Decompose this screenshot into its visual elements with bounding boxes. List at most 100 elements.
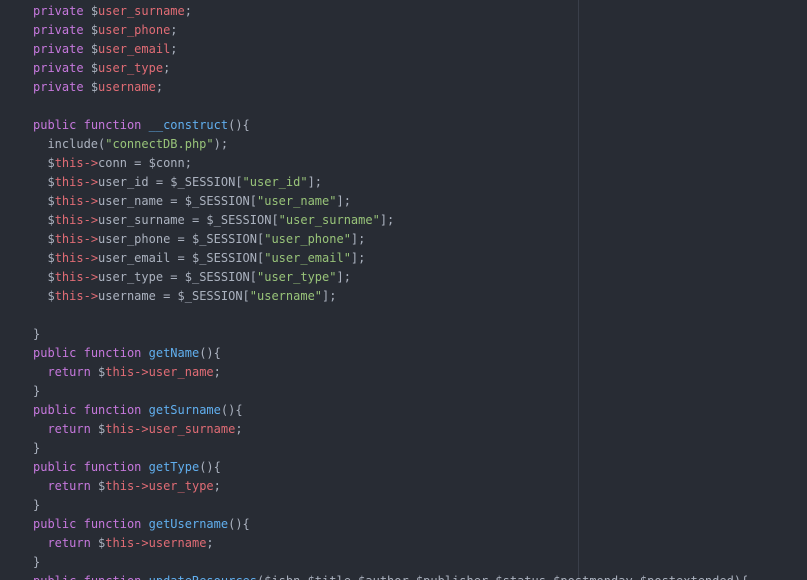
code-token: $ (33, 156, 55, 170)
code-line[interactable]: } (0, 325, 807, 344)
code-line[interactable] (0, 97, 807, 116)
code-token: this (54, 194, 84, 208)
code-token: ; (170, 42, 178, 56)
code-line[interactable]: $this->username = $_SESSION["username"]; (0, 287, 807, 306)
code-line[interactable]: $this->user_email = $_SESSION["user_emai… (0, 249, 807, 268)
code-token: "user_type" (257, 270, 337, 284)
code-token: $ (33, 289, 55, 303)
code-line[interactable]: $this->user_phone = $_SESSION["user_phon… (0, 230, 807, 249)
code-line[interactable]: public function getSurname(){ (0, 401, 807, 420)
code-editor[interactable]: private $user_surname; private $user_phon… (0, 0, 807, 580)
code-line[interactable]: } (0, 439, 807, 458)
code-token: $ (33, 194, 55, 208)
code-token: } (33, 555, 41, 569)
code-token: $ (33, 232, 55, 246)
code-line[interactable]: public function updateResources($isbn,$t… (0, 572, 807, 580)
code-token: user_name (148, 365, 214, 379)
code-token: "username" (249, 289, 323, 303)
code-token: ; (184, 4, 192, 18)
code-token: user_name = $_SESSION[ (98, 194, 257, 208)
code-line[interactable]: public function getUsername(){ (0, 515, 807, 534)
code-token: private (33, 80, 84, 94)
code-token: ; (155, 80, 164, 94)
code-token: ; (206, 536, 214, 550)
code-token: this (105, 422, 135, 436)
code-token: -> (83, 213, 99, 227)
code-token: ; (170, 23, 178, 37)
code-token: return (47, 479, 91, 493)
code-token: $ (90, 61, 99, 75)
code-line[interactable]: $this->user_id = $_SESSION["user_id"]; (0, 173, 807, 192)
code-token: this (105, 536, 135, 550)
code-token: user_type (98, 61, 164, 75)
code-token: getSurname (148, 403, 221, 417)
code-line[interactable]: } (0, 382, 807, 401)
code-line[interactable]: $this->user_name = $_SESSION["user_name"… (0, 192, 807, 211)
code-line[interactable]: } (0, 553, 807, 572)
code-token: include( (47, 137, 106, 151)
code-line[interactable]: } (0, 496, 807, 515)
code-line[interactable]: public function getType(){ (0, 458, 807, 477)
code-line[interactable]: public function getName(){ (0, 344, 807, 363)
code-line[interactable]: $this->conn = $conn; (0, 154, 807, 173)
code-token: ]; (336, 270, 351, 284)
code-token: user_email (98, 42, 171, 56)
code-token: $ (33, 213, 55, 227)
code-line[interactable]: return $this->username; (0, 534, 807, 553)
code-line[interactable]: return $this->user_type; (0, 477, 807, 496)
code-token: private (33, 4, 84, 18)
code-token: this (105, 479, 135, 493)
code-token: conn = $conn; (98, 156, 192, 170)
code-line[interactable]: private $user_email; (0, 40, 807, 59)
code-line[interactable]: private $user_phone; (0, 21, 807, 40)
code-line[interactable] (0, 306, 807, 325)
code-token: } (33, 441, 41, 455)
code-token: "user_email" (264, 251, 351, 265)
code-token: (){ (199, 346, 221, 360)
code-token: return (47, 365, 91, 379)
code-line[interactable]: $this->user_type = $_SESSION["user_type"… (0, 268, 807, 287)
code-line[interactable]: return $this->user_name; (0, 363, 807, 382)
code-line[interactable]: private $user_type; (0, 59, 807, 78)
code-line[interactable]: $this->user_surname = $_SESSION["user_su… (0, 211, 807, 230)
code-token: user_phone = $_SESSION[ (98, 232, 265, 246)
code-token: $ (33, 251, 55, 265)
code-token: this (54, 175, 84, 189)
code-token: function (83, 118, 142, 132)
code-token: updateResources (149, 574, 257, 580)
code-token: this (54, 156, 84, 170)
code-token: ; (213, 365, 221, 379)
code-line[interactable]: private $user_surname; (0, 2, 807, 21)
code-line[interactable]: return $this->user_surname; (0, 420, 807, 439)
code-token: public (33, 403, 77, 417)
code-token: -> (134, 365, 149, 379)
code-line[interactable]: public function __construct(){ (0, 116, 807, 135)
code-token: -> (83, 175, 99, 189)
code-token: "user_surname" (278, 213, 380, 227)
code-token: return (47, 536, 91, 550)
code-area[interactable]: private $user_surname; private $user_phon… (0, 2, 807, 580)
code-token: public (33, 460, 77, 474)
code-token: ]; (379, 213, 395, 227)
code-token: username = $_SESSION[ (98, 289, 250, 303)
code-token: user_surname (98, 4, 185, 18)
code-line[interactable]: include("connectDB.php"); (0, 135, 807, 154)
code-token: getType (148, 460, 200, 474)
code-token: private (33, 42, 84, 56)
code-token: "user_phone" (264, 232, 351, 246)
code-token: ]; (350, 232, 366, 246)
code-token: -> (83, 270, 99, 284)
code-token: function (83, 346, 142, 360)
code-line[interactable]: private $username; (0, 78, 807, 97)
